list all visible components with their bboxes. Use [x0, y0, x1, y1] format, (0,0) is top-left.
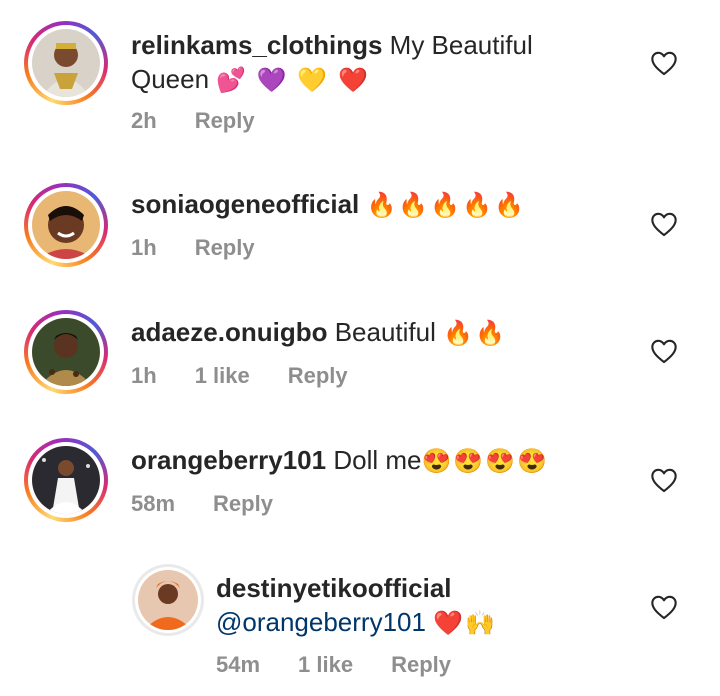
- comment-emoji: 😍😍😍😍: [421, 448, 550, 475]
- comment-text: adaeze.onuigbo Beautiful 🔥🔥: [131, 315, 611, 351]
- comment-time: 2h: [131, 108, 157, 133]
- avatar[interactable]: [24, 310, 108, 394]
- avatar[interactable]: [24, 21, 108, 105]
- comment-emoji: 💕 💜 💛 ❤️: [216, 67, 370, 94]
- comment-username[interactable]: adaeze.onuigbo: [131, 317, 327, 347]
- comment-username[interactable]: soniaogeneofficial: [131, 189, 359, 219]
- reply-button[interactable]: Reply: [391, 652, 451, 678]
- avatar[interactable]: [24, 183, 108, 267]
- comment-username[interactable]: relinkams_clothings: [131, 30, 382, 60]
- heart-outline-icon[interactable]: [650, 338, 678, 364]
- comment-meta: 54m 1 like Reply: [216, 652, 489, 678]
- reply-button[interactable]: Reply: [195, 108, 255, 134]
- reply-button[interactable]: Reply: [213, 491, 273, 517]
- comment-meta: 1h Reply: [131, 235, 293, 261]
- comment-meta: 1h 1 like Reply: [131, 363, 386, 389]
- heart-outline-icon[interactable]: [650, 594, 678, 620]
- like-count[interactable]: 1 like: [195, 363, 250, 389]
- mention-link[interactable]: @orangeberry101: [216, 607, 426, 637]
- comment-text: relinkams_clothings My Beautiful Queen 💕…: [131, 28, 611, 98]
- comment-emoji: 🔥🔥: [443, 320, 507, 347]
- like-count[interactable]: 1 like: [298, 652, 353, 678]
- comment-time: 54m: [216, 652, 261, 677]
- comment-text: destinyetikoofficial @orangeberry101 ❤️🙌: [216, 571, 636, 641]
- comment-body: Doll me: [333, 445, 422, 475]
- comment-time: 58m: [131, 491, 176, 516]
- comment-meta: 2h Reply: [131, 108, 293, 134]
- comment-time: 1h: [131, 363, 157, 388]
- comment-text: soniaogeneofficial 🔥🔥🔥🔥🔥: [131, 187, 611, 223]
- heart-outline-icon[interactable]: [650, 211, 678, 237]
- comment-text: orangeberry101 Doll me😍😍😍😍: [131, 443, 611, 479]
- comment-time: 1h: [131, 235, 157, 260]
- comment-body: Beautiful: [334, 317, 436, 347]
- comment-emoji: ❤️🙌: [433, 610, 497, 637]
- avatar[interactable]: [132, 564, 204, 636]
- heart-outline-icon[interactable]: [650, 467, 678, 493]
- reply-button[interactable]: Reply: [288, 363, 348, 389]
- comment-meta: 58m Reply: [131, 491, 311, 517]
- avatar[interactable]: [24, 438, 108, 522]
- comment-emoji: 🔥🔥🔥🔥🔥: [366, 192, 526, 219]
- reply-button[interactable]: Reply: [195, 235, 255, 261]
- heart-outline-icon[interactable]: [650, 50, 678, 76]
- comment-username[interactable]: orangeberry101: [131, 445, 326, 475]
- comment-username[interactable]: destinyetikoofficial: [216, 573, 452, 603]
